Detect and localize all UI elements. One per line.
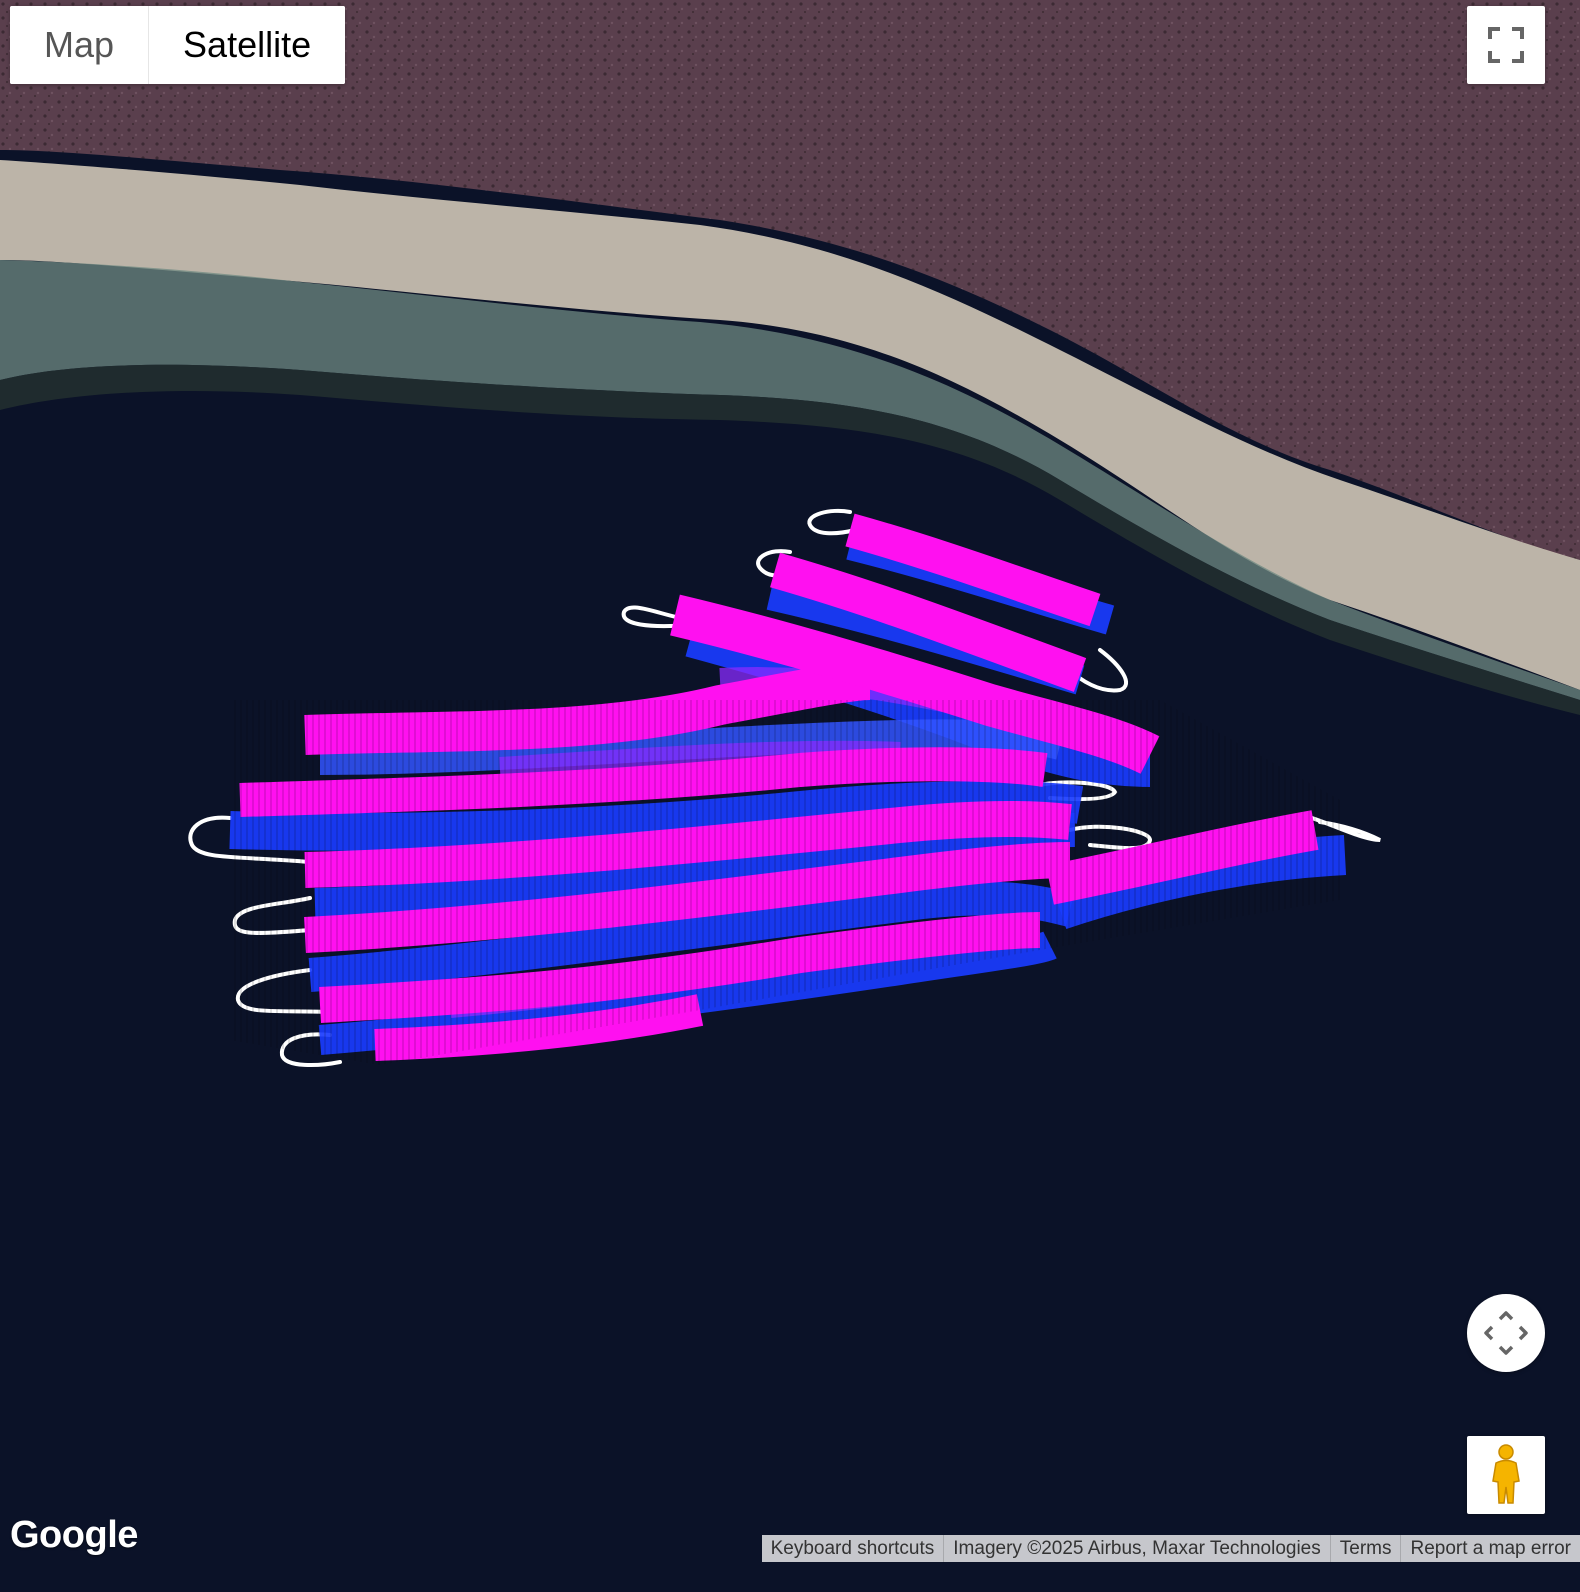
camera-control-button[interactable] bbox=[1467, 1294, 1545, 1372]
map-type-control: Map Satellite bbox=[10, 6, 346, 84]
map-type-map-button[interactable]: Map bbox=[10, 6, 149, 84]
report-map-error-link[interactable]: Report a map error bbox=[1400, 1535, 1580, 1562]
keyboard-shortcuts-link[interactable]: Keyboard shortcuts bbox=[762, 1535, 944, 1562]
fullscreen-icon bbox=[1488, 27, 1524, 63]
google-logo: Google bbox=[10, 1514, 138, 1556]
satellite-map[interactable]: Map Satellite Google Keyboard shortcuts … bbox=[0, 0, 1580, 1592]
map-canvas[interactable] bbox=[0, 0, 1580, 1592]
attribution-bar: Keyboard shortcuts Imagery ©2025 Airbus,… bbox=[761, 1535, 1580, 1562]
fullscreen-button[interactable] bbox=[1467, 6, 1545, 84]
map-type-satellite-button[interactable]: Satellite bbox=[149, 6, 346, 84]
imagery-attribution: Imagery ©2025 Airbus, Maxar Technologies bbox=[943, 1535, 1329, 1562]
camera-move-icon bbox=[1484, 1311, 1528, 1355]
pegman-icon bbox=[1492, 1444, 1520, 1504]
terms-link[interactable]: Terms bbox=[1329, 1535, 1401, 1562]
street-view-pegman-button[interactable] bbox=[1467, 1436, 1545, 1514]
